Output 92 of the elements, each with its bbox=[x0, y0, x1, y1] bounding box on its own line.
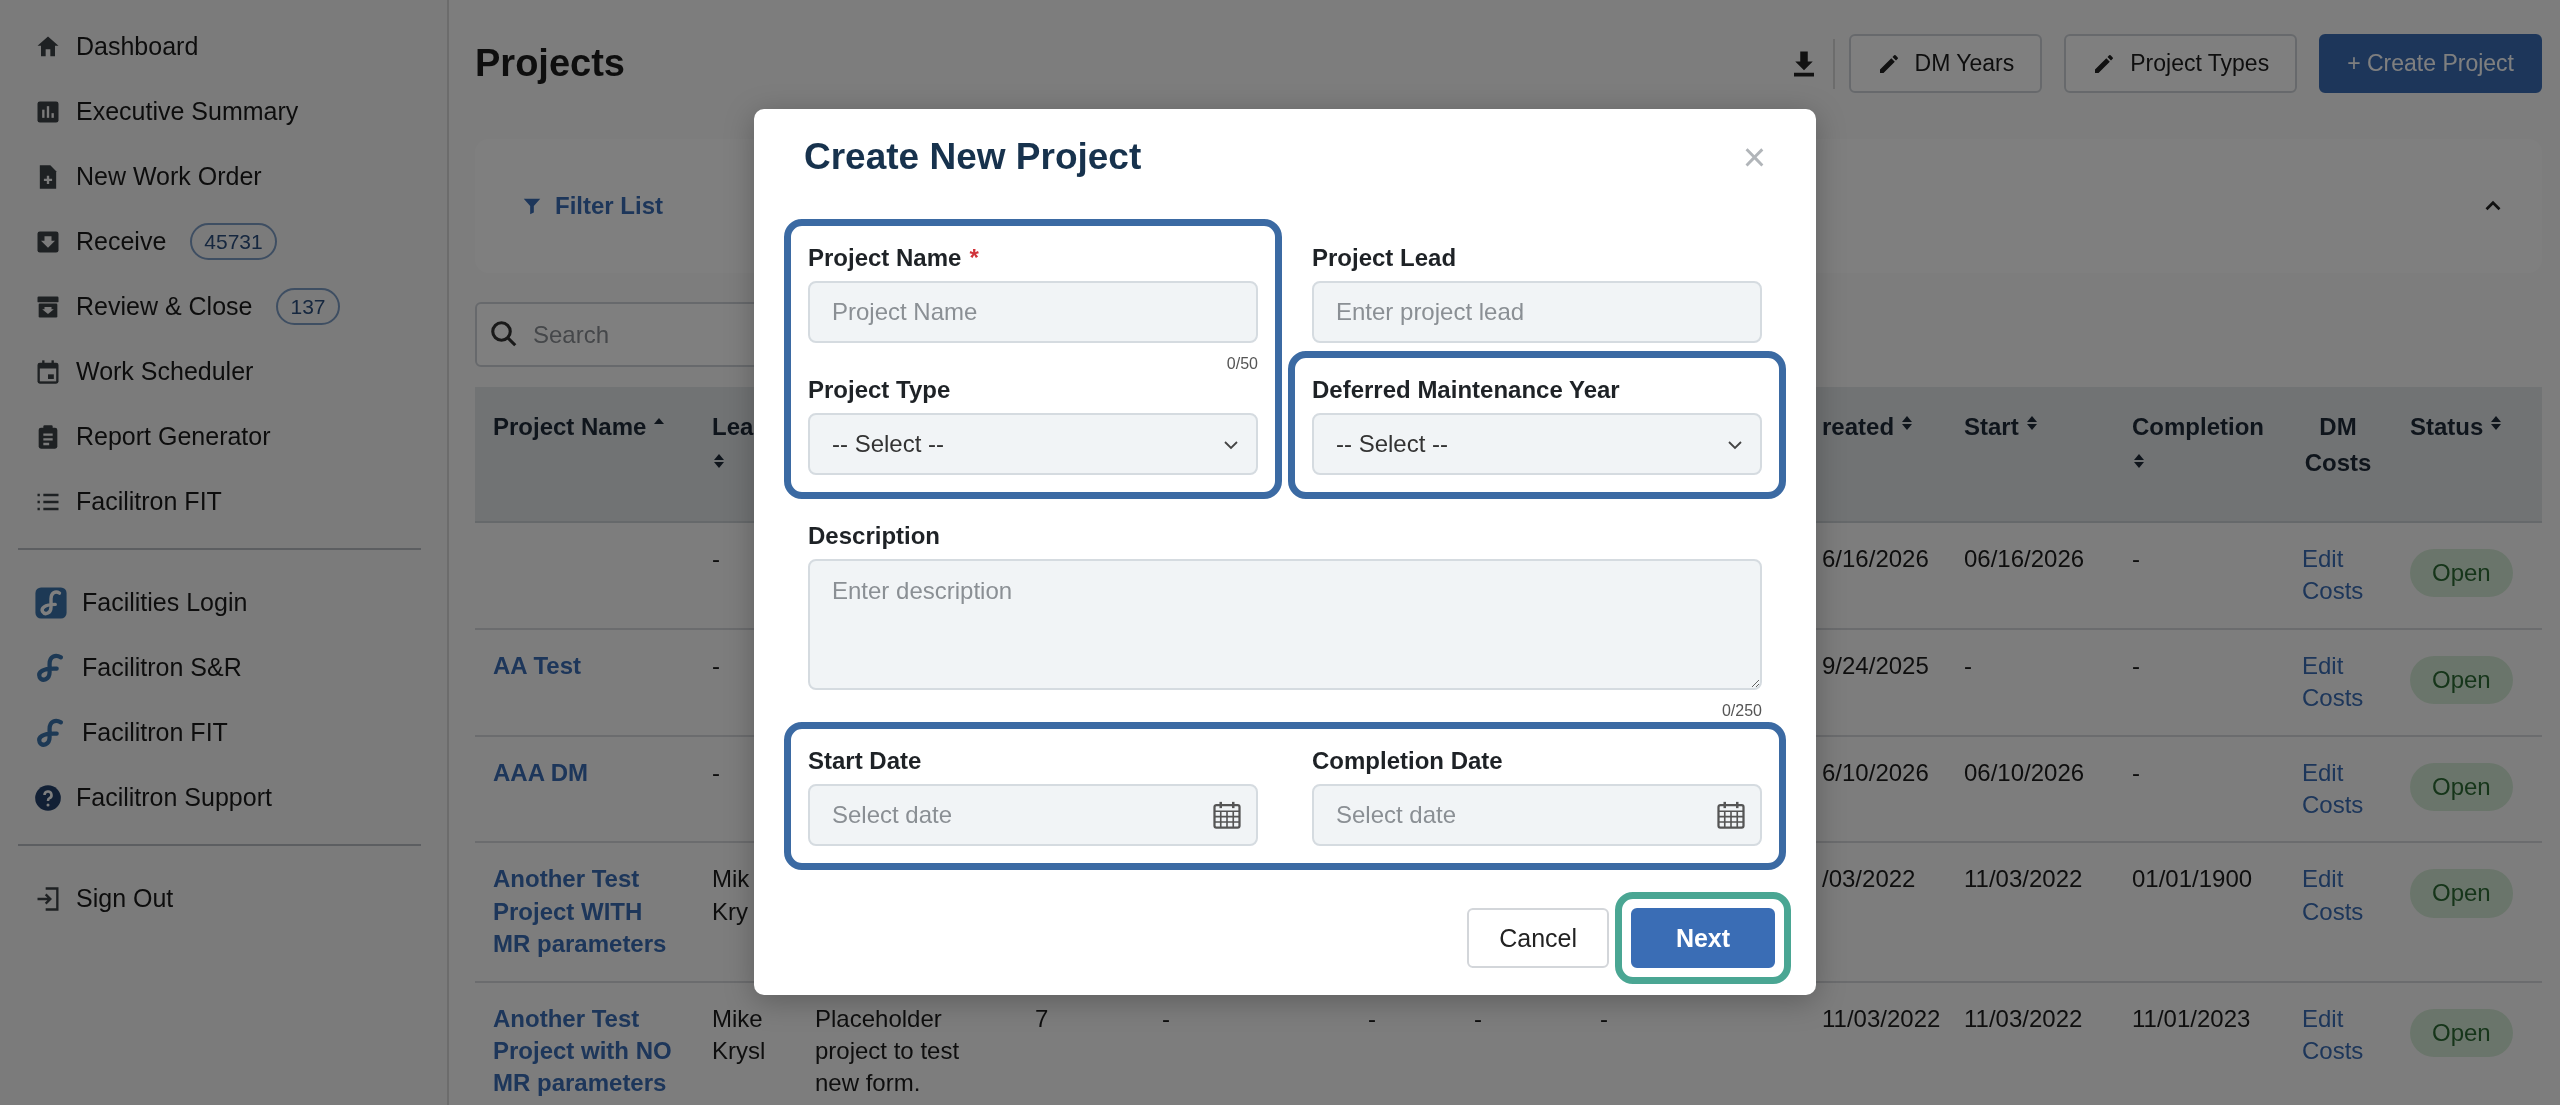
table-cell: - bbox=[2132, 651, 2140, 679]
table-cell: 7 bbox=[1035, 1004, 1049, 1032]
count-badge: 45731 bbox=[190, 222, 277, 261]
column-header[interactable]: Lea bbox=[712, 409, 754, 445]
sidebar-item[interactable]: Sign Out bbox=[0, 866, 447, 931]
char-counter: 0/50 bbox=[1226, 354, 1258, 375]
table-cell: 6/10/2026 bbox=[1822, 758, 1929, 786]
table-cell: 01/01/1900 bbox=[2132, 865, 2253, 893]
table-cell: 06/16/2026 bbox=[1964, 545, 2085, 572]
date-field[interactable]: Select date bbox=[1312, 784, 1762, 847]
table-cell: 9/24/2025 bbox=[1822, 651, 1929, 679]
table-cell: 11/01/2023 bbox=[2132, 1004, 2251, 1032]
sidebar-item[interactable]: Facilitron Support bbox=[0, 765, 447, 830]
sidebar-item[interactable]: New Work Order bbox=[0, 144, 447, 209]
table-cell: - bbox=[1964, 651, 1972, 679]
table-cell: - bbox=[1474, 1004, 1482, 1032]
table-cell: - bbox=[2132, 758, 2140, 786]
field-label: Completion Date bbox=[1312, 746, 1503, 777]
column-header[interactable]: Project Name bbox=[493, 409, 647, 445]
column-header[interactable]: Status bbox=[2410, 409, 2484, 445]
header-button[interactable]: Project Types bbox=[2064, 34, 2298, 93]
column-header[interactable]: Start bbox=[1964, 409, 2019, 445]
text-area[interactable]: Enter description bbox=[808, 559, 1762, 691]
sidebar-item[interactable]: Report Generator bbox=[0, 404, 447, 469]
status-badge: Open bbox=[2410, 869, 2513, 918]
sidebar-item[interactable]: Executive Summary bbox=[0, 79, 447, 144]
select-field[interactable]: -- Select -- bbox=[1312, 413, 1762, 476]
required-mark: * bbox=[969, 243, 979, 274]
table-cell: - bbox=[1600, 1004, 1608, 1032]
sidebar-item[interactable]: Work Scheduler bbox=[0, 339, 447, 404]
edit-costs-link[interactable]: Edit Costs bbox=[2302, 543, 2374, 608]
char-counter: 0/250 bbox=[1721, 701, 1762, 722]
table-cell: 11/03/2022 bbox=[1964, 865, 2083, 893]
header-button[interactable]: DM Years bbox=[1848, 34, 2043, 93]
table-cell: - bbox=[1162, 1004, 1170, 1032]
table-cell: 6/16/2026 bbox=[1822, 545, 1929, 572]
edit-costs-link[interactable]: Edit Costs bbox=[2302, 756, 2374, 822]
date-field[interactable]: Select date bbox=[808, 784, 1258, 847]
table-cell: 11/03/2022 bbox=[1964, 1004, 2083, 1032]
text-field[interactable]: Project Name bbox=[808, 281, 1258, 344]
filter-link[interactable]: Filter List bbox=[521, 188, 663, 224]
field-label: Deferred Maintenance Year bbox=[1312, 375, 1620, 406]
cancel-button[interactable]: Cancel bbox=[1467, 908, 1609, 969]
project-link[interactable]: Another Test Project WITH MR parameters bbox=[493, 863, 676, 961]
column-header[interactable]: reated bbox=[1822, 409, 1895, 445]
status-badge: Open bbox=[2410, 762, 2513, 811]
logo-icon bbox=[34, 585, 68, 620]
calendar-icon bbox=[1716, 800, 1746, 831]
table-cell: - bbox=[1368, 1004, 1376, 1032]
select-field[interactable]: -- Select -- bbox=[808, 413, 1258, 476]
table-cell: - bbox=[2132, 545, 2140, 572]
column-header[interactable]: DM Costs bbox=[2302, 409, 2374, 481]
table-cell: 11/03/2022 bbox=[1822, 1004, 1941, 1032]
sidebar-item[interactable]: Facilitron S&R bbox=[0, 635, 447, 700]
search-icon bbox=[489, 319, 519, 349]
sidebar-item[interactable]: Dashboard bbox=[0, 14, 447, 79]
table-cell: 06/10/2026 bbox=[1964, 758, 2085, 786]
status-badge: Open bbox=[2410, 655, 2513, 705]
table-cell: /03/2022 bbox=[1822, 865, 1916, 893]
edit-costs-link[interactable]: Edit Costs bbox=[2302, 863, 2374, 929]
page-title: Projects bbox=[475, 40, 625, 86]
project-link[interactable]: Another Test Project with NO MR parameters bbox=[493, 1002, 676, 1100]
status-badge: Open bbox=[2410, 549, 2513, 598]
edit-costs-link[interactable]: Edit Costs bbox=[2302, 1002, 2374, 1068]
project-link[interactable]: AAA DM bbox=[493, 756, 676, 789]
field-label: Project Name bbox=[808, 243, 962, 274]
table-cell: - bbox=[712, 758, 720, 786]
next-button[interactable]: Next bbox=[1631, 908, 1775, 969]
table-cell: Placeholder project to test new form. bbox=[815, 1004, 960, 1097]
field-label: Description bbox=[808, 521, 941, 552]
text-field[interactable]: Enter project lead bbox=[1312, 281, 1762, 344]
field-label: Project Lead bbox=[1312, 243, 1457, 274]
sidebar-item[interactable]: Facilitron FIT bbox=[0, 469, 447, 534]
table-cell: Mik Kry bbox=[712, 865, 750, 925]
table-cell: - bbox=[712, 651, 720, 679]
field-label: Start Date bbox=[808, 746, 922, 777]
sidebar-item[interactable]: Review & Close 137 bbox=[0, 274, 447, 339]
header-button[interactable]: + Create Project bbox=[2319, 34, 2542, 93]
count-badge: 137 bbox=[276, 287, 340, 326]
calendar-icon bbox=[1212, 800, 1242, 831]
column-header[interactable]: Completion bbox=[2132, 409, 2264, 445]
table-cell: Mike Krysl bbox=[712, 1004, 766, 1064]
dialog-title: Create New Project bbox=[804, 135, 1142, 179]
project-link[interactable]: AA Test bbox=[493, 649, 676, 683]
question-icon bbox=[34, 783, 62, 812]
edit-costs-link[interactable]: Edit Costs bbox=[2302, 649, 2374, 715]
sidebar-item[interactable]: Facilitron FIT bbox=[0, 700, 447, 765]
status-badge: Open bbox=[2410, 1008, 2513, 1057]
sidebar-item[interactable]: Receive 45731 bbox=[0, 209, 447, 274]
table-cell: - bbox=[712, 545, 720, 572]
field-label: Project Type bbox=[808, 375, 951, 406]
sidebar-item[interactable]: Facilities Login bbox=[0, 570, 447, 635]
